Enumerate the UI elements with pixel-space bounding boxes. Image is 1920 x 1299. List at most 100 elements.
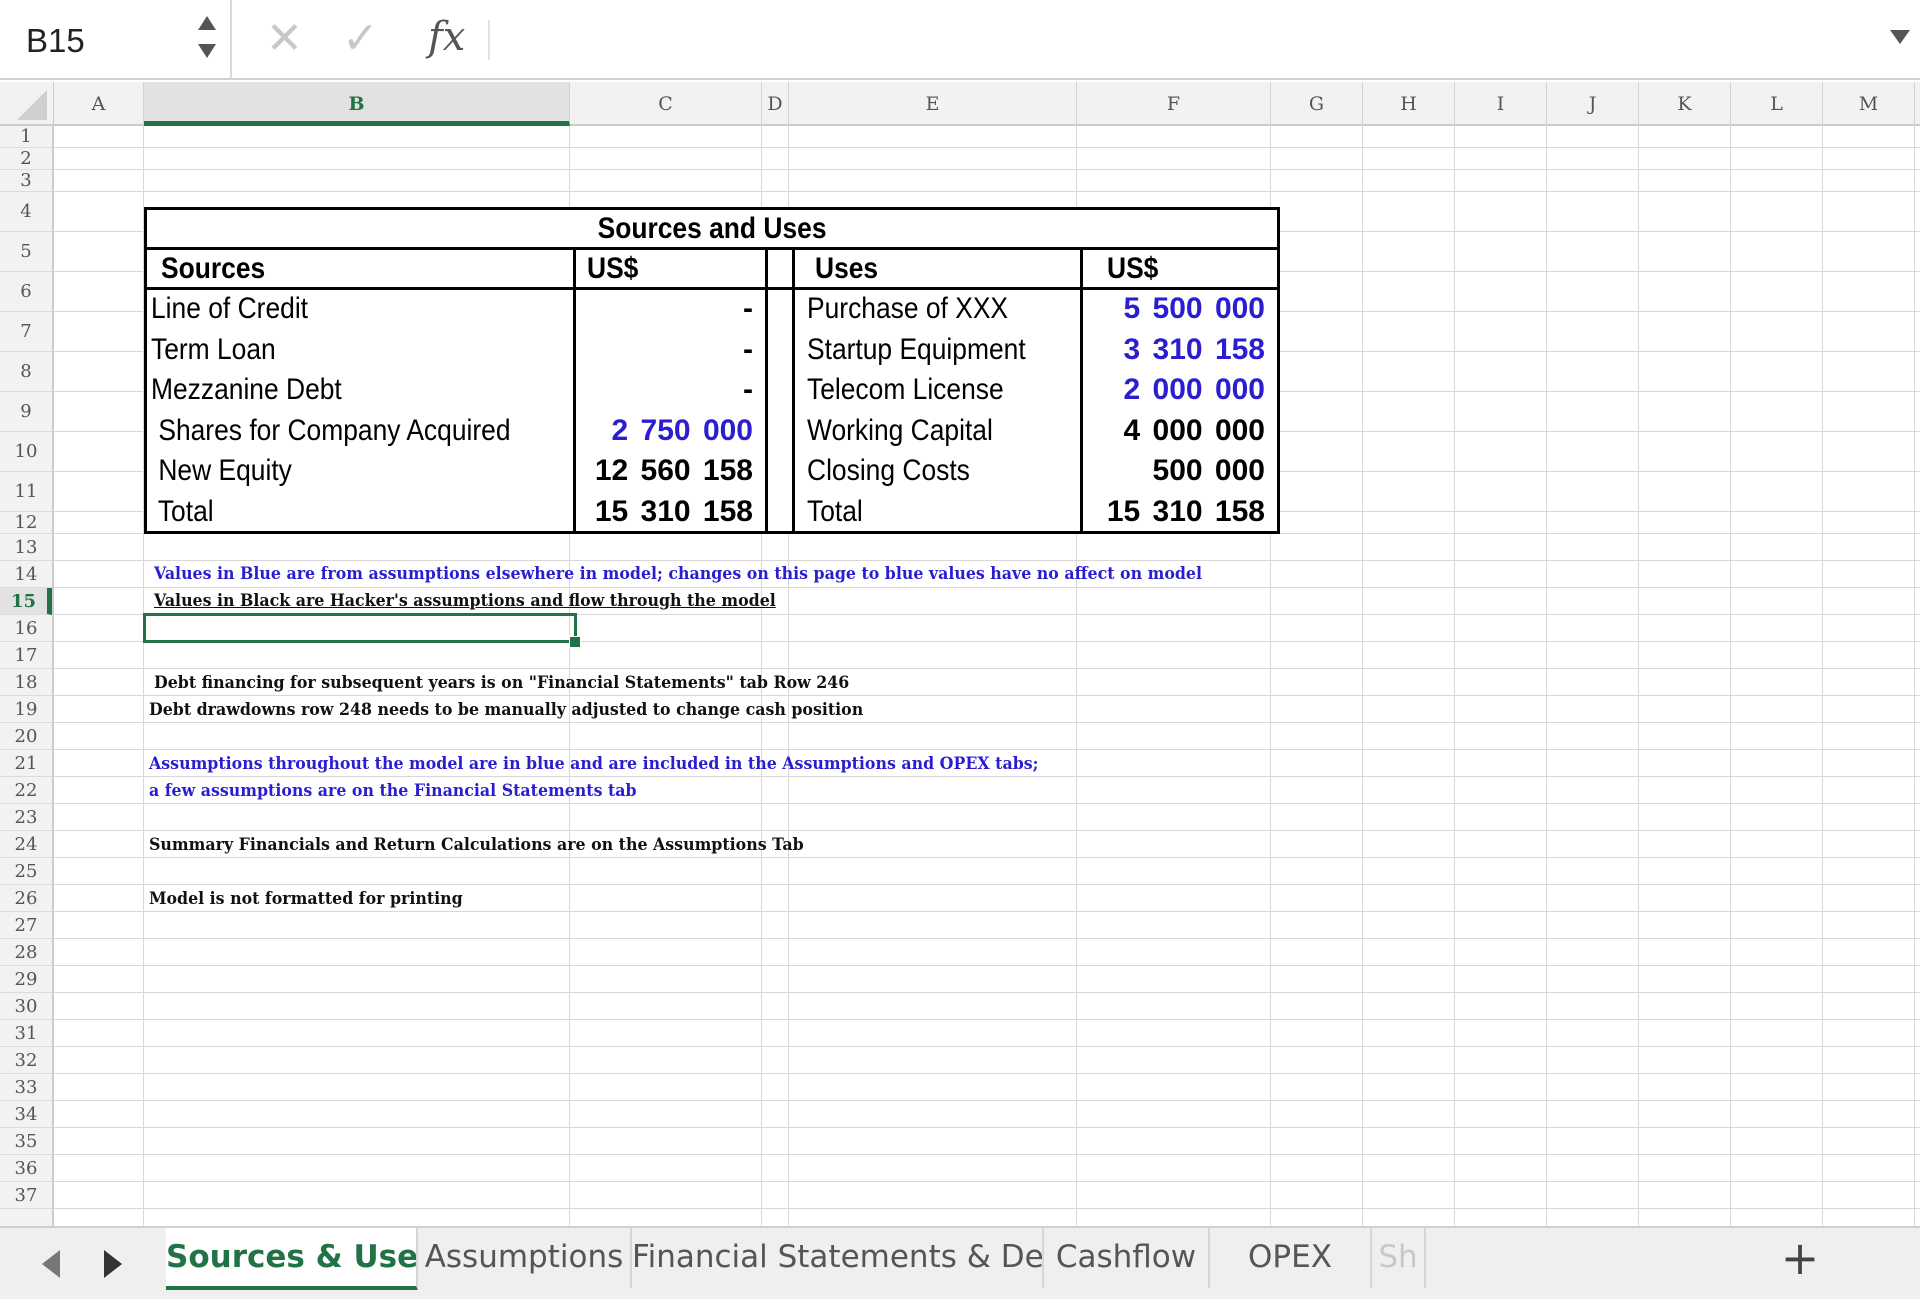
row-header-11[interactable]: 11: [0, 472, 52, 512]
stepper-down-icon[interactable]: [198, 44, 216, 58]
source-value-cell[interactable]: -: [577, 331, 765, 372]
row-header-21[interactable]: 21: [0, 750, 52, 777]
sheet-tab-cashflow[interactable]: Cashflow: [1044, 1228, 1210, 1288]
source-label-cell[interactable]: Term Loan: [151, 331, 571, 372]
source-value-cell[interactable]: -: [577, 290, 765, 331]
use-value-cell[interactable]: 3 310 158: [1084, 331, 1277, 372]
previous-sheet-icon[interactable]: [42, 1250, 60, 1278]
stepper-up-icon[interactable]: [198, 16, 216, 30]
uses-currency-cell[interactable]: US$: [1107, 250, 1277, 287]
use-label-cell[interactable]: Startup Equipment: [807, 331, 1079, 372]
row-header-5[interactable]: 5: [0, 232, 52, 272]
row-header-25[interactable]: 25: [0, 858, 52, 885]
use-label-cell[interactable]: Purchase of XXX: [807, 290, 1079, 331]
sources-header-cell[interactable]: Sources: [161, 250, 581, 287]
column-header-m[interactable]: M: [1823, 82, 1915, 126]
sheet-tab-assumptions[interactable]: Assumptions: [418, 1228, 632, 1288]
row-header-1[interactable]: 1: [0, 126, 52, 148]
confirm-icon[interactable]: ✓: [342, 14, 379, 64]
row-header-26[interactable]: 26: [0, 885, 52, 912]
note-row-20[interactable]: Assumptions throughout the model are in …: [149, 754, 1039, 774]
row-header-4[interactable]: 4: [0, 192, 52, 232]
row-header-27[interactable]: 27: [0, 912, 52, 939]
row-header-17[interactable]: 17: [0, 642, 52, 669]
row-header-9[interactable]: 9: [0, 392, 52, 432]
row-header-7[interactable]: 7: [0, 312, 52, 352]
row-header-22[interactable]: 22: [0, 777, 52, 804]
row-header-19[interactable]: 19: [0, 696, 52, 723]
row-header-24[interactable]: 24: [0, 831, 52, 858]
formula-input[interactable]: [500, 10, 1860, 70]
row-header-13[interactable]: 13: [0, 534, 52, 561]
column-header-k[interactable]: K: [1639, 82, 1731, 126]
row-header-32[interactable]: 32: [0, 1047, 52, 1074]
row-header-14[interactable]: 14: [0, 561, 52, 588]
source-label-cell[interactable]: New Equity: [151, 452, 571, 493]
row-header-29[interactable]: 29: [0, 966, 52, 993]
source-label-cell[interactable]: Shares for Company Acquired: [151, 412, 571, 453]
column-header-f[interactable]: F: [1077, 82, 1271, 126]
use-value-cell[interactable]: 2 000 000: [1084, 371, 1277, 412]
source-value-cell[interactable]: 2 750 000: [577, 412, 765, 453]
sheet-tab-sh[interactable]: Sh: [1372, 1228, 1426, 1288]
table-title-cell[interactable]: Sources and Uses: [147, 210, 1277, 247]
use-label-cell[interactable]: Telecom License: [807, 371, 1079, 412]
row-header-20[interactable]: 20: [0, 723, 52, 750]
row-header-34[interactable]: 34: [0, 1101, 52, 1128]
next-sheet-icon[interactable]: [104, 1250, 122, 1278]
note-row-13[interactable]: Values in Blue are from assumptions else…: [154, 564, 1202, 584]
note-row-25[interactable]: Model is not formatted for printing: [149, 889, 463, 909]
row-header-16[interactable]: 16: [0, 615, 52, 642]
sources-currency-cell[interactable]: US$: [587, 250, 767, 287]
row-header-35[interactable]: 35: [0, 1128, 52, 1155]
source-value-cell[interactable]: 12 560 158: [577, 452, 765, 493]
column-header-d[interactable]: D: [762, 82, 789, 126]
cancel-icon[interactable]: ✕: [266, 14, 303, 64]
row-header-33[interactable]: 33: [0, 1074, 52, 1101]
row-header-31[interactable]: 31: [0, 1020, 52, 1047]
note-row-17[interactable]: Debt financing for subsequent years is o…: [154, 673, 849, 693]
use-value-cell[interactable]: 15 310 158: [1084, 493, 1277, 534]
source-label-cell[interactable]: Mezzanine Debt: [151, 371, 571, 412]
row-header-2[interactable]: 2: [0, 148, 52, 170]
row-header-37[interactable]: 37: [0, 1182, 52, 1209]
row-header-10[interactable]: 10: [0, 432, 52, 472]
sheet-tab-sources-uses[interactable]: Sources & Uses: [166, 1228, 418, 1290]
column-header-e[interactable]: E: [789, 82, 1077, 126]
note-row-14[interactable]: Values in Black are Hacker's assumptions…: [154, 591, 776, 611]
use-value-cell[interactable]: 5 500 000: [1084, 290, 1277, 331]
use-label-cell[interactable]: Total: [807, 493, 1079, 534]
sheet-tab-financial-statements-detail[interactable]: Financial Statements & Detail: [632, 1228, 1044, 1288]
row-header-8[interactable]: 8: [0, 352, 52, 392]
select-all-corner[interactable]: [0, 82, 54, 126]
note-row-23[interactable]: Summary Financials and Return Calculatio…: [149, 835, 804, 855]
use-label-cell[interactable]: Closing Costs: [807, 452, 1079, 493]
row-header-12[interactable]: 12: [0, 512, 52, 534]
row-header-30[interactable]: 30: [0, 993, 52, 1020]
formula-expand-icon[interactable]: [1890, 30, 1910, 44]
column-header-b[interactable]: B: [144, 82, 570, 126]
row-header-36[interactable]: 36: [0, 1155, 52, 1182]
use-label-cell[interactable]: Working Capital: [807, 412, 1079, 453]
column-header-a[interactable]: A: [54, 82, 144, 126]
row-header-6[interactable]: 6: [0, 272, 52, 312]
source-label-cell[interactable]: Line of Credit: [151, 290, 571, 331]
add-sheet-icon[interactable]: +: [1770, 1232, 1830, 1288]
column-header-l[interactable]: L: [1731, 82, 1823, 126]
source-label-cell[interactable]: Total: [151, 493, 571, 534]
row-header-23[interactable]: 23: [0, 804, 52, 831]
fill-handle[interactable]: [569, 636, 581, 648]
name-box[interactable]: B15: [0, 0, 232, 80]
source-value-cell[interactable]: 15 310 158: [577, 493, 765, 534]
name-box-stepper[interactable]: [196, 12, 218, 66]
column-header-i[interactable]: I: [1455, 82, 1547, 126]
select-all-icon[interactable]: [17, 90, 47, 120]
row-header-28[interactable]: 28: [0, 939, 52, 966]
row-header-15[interactable]: 15: [0, 588, 52, 615]
note-row-18[interactable]: Debt drawdowns row 248 needs to be manua…: [149, 700, 863, 720]
source-value-cell[interactable]: -: [577, 371, 765, 412]
insert-function-icon[interactable]: fx: [428, 12, 465, 62]
use-value-cell[interactable]: 4 000 000: [1084, 412, 1277, 453]
column-header-h[interactable]: H: [1363, 82, 1455, 126]
sheet-tab-opex[interactable]: OPEX: [1210, 1228, 1372, 1288]
